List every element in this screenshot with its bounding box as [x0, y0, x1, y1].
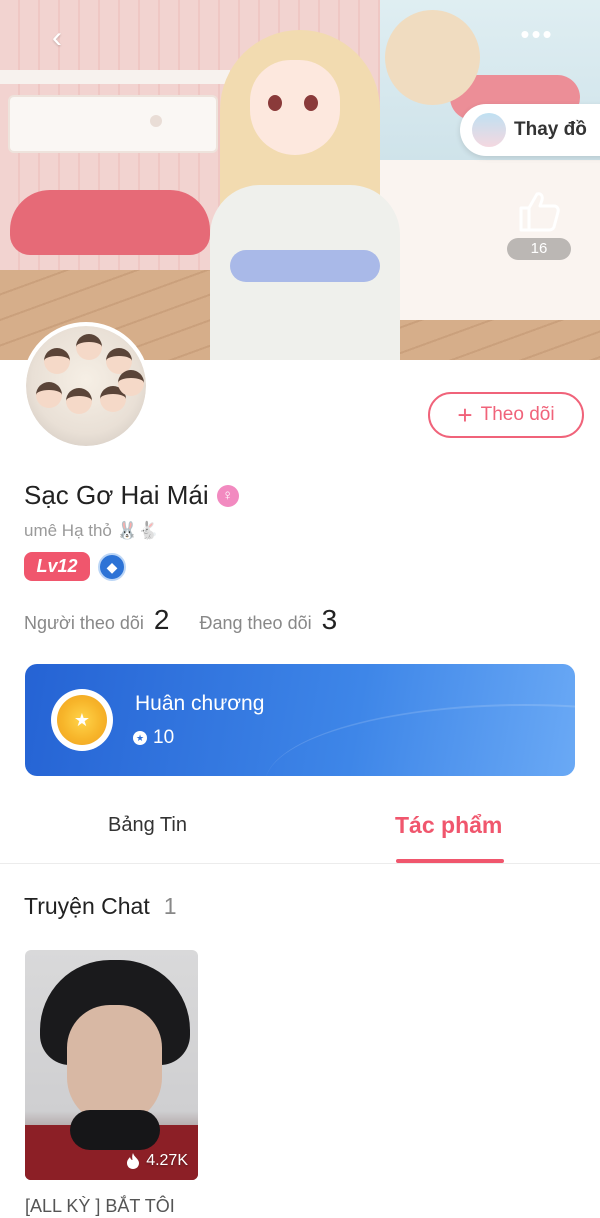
thumbs-up-icon: [519, 192, 560, 232]
cover-teddy-bear: [385, 10, 480, 105]
profile-bio: umê Hạ thỏ 🐰🐇: [24, 521, 159, 540]
like-button[interactable]: 16: [506, 190, 572, 266]
medal-points-value: 10: [153, 727, 175, 748]
avatar-face: [44, 348, 70, 374]
chevron-left-icon: ‹: [52, 21, 62, 54]
following-count[interactable]: 3: [322, 604, 338, 636]
outfit-thumbnail-icon: [472, 113, 506, 147]
avatar-face: [118, 370, 144, 396]
more-button[interactable]: •••: [515, 21, 559, 48]
avatar-face: [66, 388, 92, 414]
medal-card-decoration: [265, 704, 575, 776]
following-label[interactable]: Đang theo dõi: [200, 613, 312, 634]
medal-points: ★ 10: [133, 727, 174, 749]
story-cover-face: [67, 1005, 162, 1125]
medal-card[interactable]: ★ Huân chương ★ 10: [25, 664, 575, 776]
cover-drawer: [8, 95, 218, 153]
avatar-face: [36, 382, 62, 408]
name-row: Sạc Gơ Hai Mái ♀: [24, 480, 239, 511]
story-card[interactable]: 4.27K: [25, 950, 198, 1180]
profile-cover: [0, 0, 600, 360]
sun-medal-icon: ★: [57, 695, 107, 745]
back-button[interactable]: ‹: [42, 20, 72, 56]
avatar-character-face: [250, 60, 340, 155]
medal-point-icon: ★: [133, 731, 147, 745]
tab-works[interactable]: Tác phẩm: [395, 812, 502, 839]
follow-label: Theo dõi: [480, 404, 555, 425]
avatar-character-eye: [304, 95, 318, 111]
follow-stats: Người theo dõi 2 Đang theo dõi 3: [24, 604, 367, 636]
avatar-image: [26, 326, 146, 446]
profile-tabs: Bảng Tin Tác phẩm: [0, 800, 600, 864]
change-outfit-button[interactable]: Thay đồ: [460, 104, 600, 156]
followers-count[interactable]: 2: [154, 604, 170, 636]
cover-drawer-knob: [150, 115, 162, 127]
story-views: 4.27K: [126, 1152, 188, 1170]
story-title[interactable]: [ALL KỲ ] BẮT TÔI: [25, 1196, 175, 1217]
medal-icon: ★: [51, 689, 113, 751]
more-dots-icon: •••: [520, 19, 554, 49]
avatar-face: [76, 334, 102, 360]
level-badge[interactable]: Lv12: [24, 552, 90, 581]
works-section-title: Truyện Chat: [24, 893, 150, 919]
cover-stool: [10, 190, 210, 255]
active-tab-indicator: [396, 859, 504, 863]
flame-icon: [127, 1153, 140, 1169]
works-section-header: Truyện Chat 1: [24, 893, 177, 920]
plus-icon: +: [457, 400, 473, 430]
medal-title: Huân chương: [135, 692, 265, 715]
female-gender-icon: ♀: [216, 484, 239, 507]
followers-label[interactable]: Người theo dõi: [24, 613, 144, 634]
profile-avatar[interactable]: [22, 322, 150, 450]
avatar-character-eye: [268, 95, 282, 111]
change-outfit-label: Thay đồ: [514, 119, 587, 140]
like-count: 16: [507, 238, 571, 260]
follow-button[interactable]: + Theo dõi: [428, 392, 584, 438]
story-views-count: 4.27K: [146, 1152, 188, 1169]
tab-feed[interactable]: Bảng Tin: [108, 814, 187, 837]
rank-badge-icon[interactable]: ◆: [98, 552, 126, 581]
story-cover-collar: [70, 1110, 160, 1150]
avatar-character-sash: [230, 250, 380, 282]
works-count: 1: [163, 893, 177, 919]
badge-row: Lv12 ◆: [24, 552, 126, 581]
cover-shelf: [0, 70, 230, 84]
profile-name: Sạc Gơ Hai Mái: [24, 480, 209, 510]
